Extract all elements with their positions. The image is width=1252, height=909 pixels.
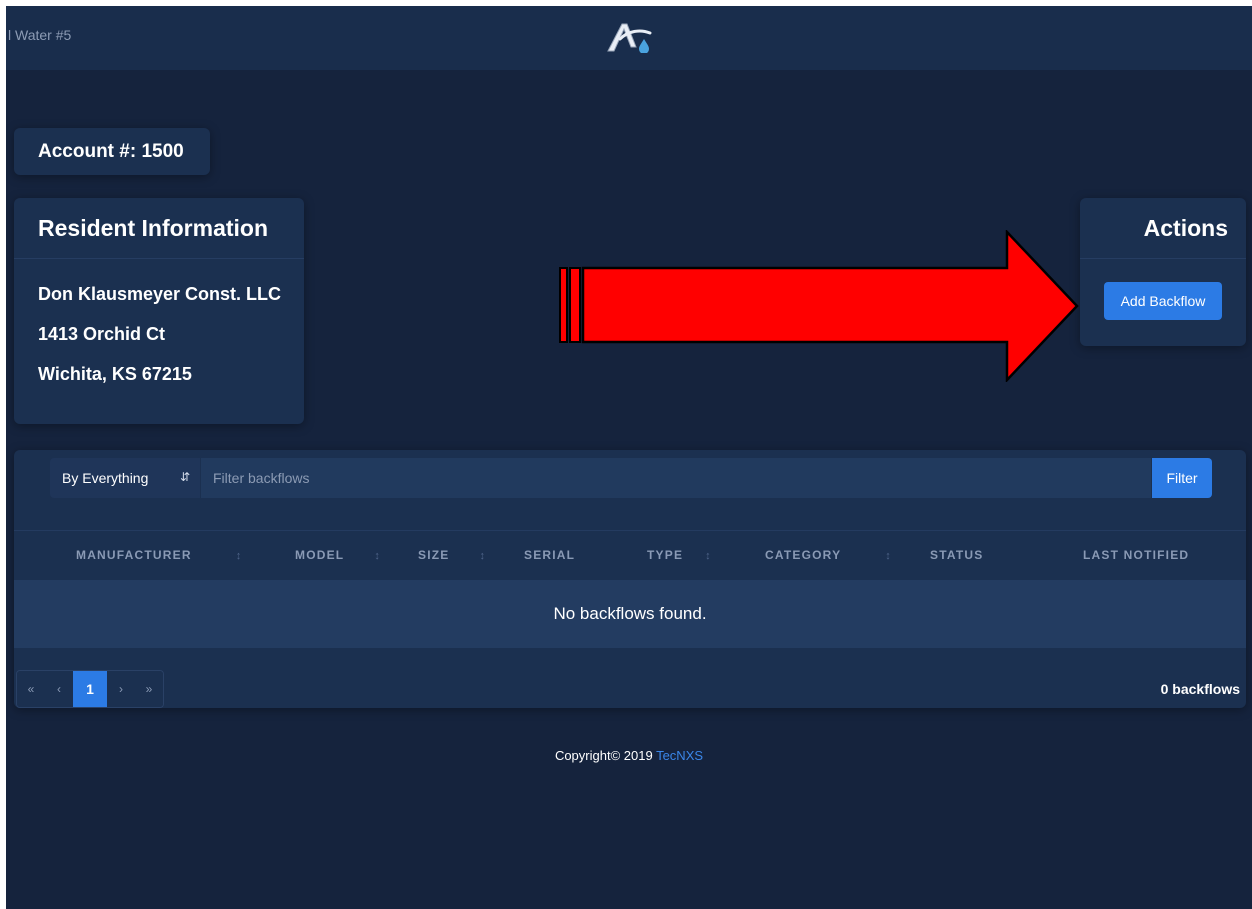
company-link[interactable]: TecNXS <box>656 748 703 763</box>
select-caret-icon: ⇵ <box>179 470 190 484</box>
page-1-button[interactable]: 1 <box>73 671 107 707</box>
sort-icon: ↕ <box>374 550 380 562</box>
filter-input[interactable] <box>201 458 1151 498</box>
first-page-button[interactable]: « <box>17 671 45 707</box>
footer: Copyright© 2019 TecNXS <box>6 748 1252 763</box>
resident-information-title: Resident Information <box>38 215 269 241</box>
add-backflow-button[interactable]: Add Backflow <box>1104 282 1222 320</box>
actions-card: Actions Add Backflow <box>1080 198 1246 346</box>
account-card: Account #: 1500 <box>14 128 210 175</box>
last-page-button[interactable]: » <box>135 671 163 707</box>
sort-icon: ↕ <box>885 550 891 562</box>
table-header-divider <box>14 530 1246 531</box>
aqua-drop-logo-icon[interactable] <box>606 21 654 53</box>
app-frame: l Water #5 Account #: 1500 Resident Info… <box>6 6 1252 909</box>
empty-table-row: No backflows found. <box>14 580 1246 648</box>
copyright-text: Copyright© 2019 <box>554 748 653 763</box>
sort-icon: ↕ <box>235 550 242 562</box>
backflow-count: 0 backflows <box>1160 681 1240 697</box>
column-header-model[interactable]: MODEL ↕ <box>295 548 380 562</box>
column-header-last-notified: LAST NOTIFIED <box>1083 548 1190 562</box>
top-bar: l Water #5 <box>6 6 1252 70</box>
resident-information-card: Resident Information Don Klausmeyer Cons… <box>14 198 304 424</box>
card-divider <box>1080 258 1246 259</box>
filter-type-select[interactable]: By Everything ⇵ <box>50 458 200 498</box>
account-number: Account #: 1500 <box>38 141 184 162</box>
column-header-category[interactable]: CATEGORY ↕ <box>765 548 891 562</box>
resident-city: Wichita, KS 67215 <box>38 364 192 384</box>
pagination: « ‹ 1 › » <box>16 670 164 708</box>
column-header-manufacturer[interactable]: MANUFACTURER ↕ <box>76 548 241 562</box>
empty-message: No backflows found. <box>553 604 707 623</box>
column-header-serial: SERIAL <box>524 548 576 562</box>
filter-button[interactable]: Filter <box>1152 458 1212 498</box>
sort-icon: ↕ <box>705 550 711 562</box>
red-arrow-icon <box>559 230 1079 382</box>
backflows-table-card: By Everything ⇵ Filter MANUFACTURER↕ MOD… <box>14 450 1246 708</box>
column-header-type[interactable]: TYPE ↕ <box>647 548 711 562</box>
column-header-status: STATUS <box>930 548 984 562</box>
actions-title: Actions <box>1143 215 1228 241</box>
org-name: l Water #5 <box>8 27 72 43</box>
next-page-button[interactable]: › <box>107 671 135 707</box>
column-header-size[interactable]: SIZE ↕ <box>418 548 485 562</box>
card-divider <box>14 258 304 259</box>
resident-street: 1413 Orchid Ct <box>38 324 166 344</box>
filter-type-value: By Everything <box>62 470 149 486</box>
sort-icon: ↕ <box>479 550 485 562</box>
resident-name: Don Klausmeyer Const. LLC <box>38 284 282 304</box>
previous-page-button[interactable]: ‹ <box>45 671 73 707</box>
